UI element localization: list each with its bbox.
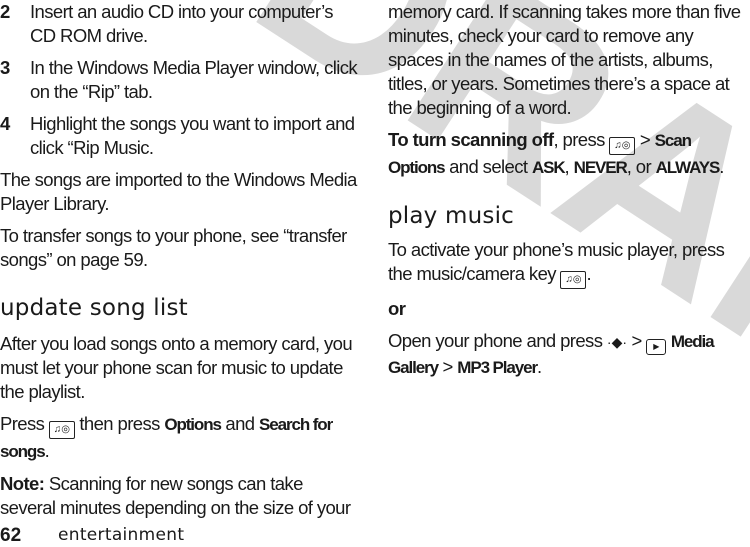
step-number: 3 <box>0 57 10 78</box>
note-paragraph: Note: Scanning for new songs can take se… <box>0 473 351 518</box>
step-2: 2 Insert an audio CD into your computer’s… <box>0 0 360 48</box>
update-song-list-heading: update song list <box>0 295 188 321</box>
ask-option: ASK <box>531 158 566 177</box>
music-camera-key-icon: ♫◎ <box>560 271 587 289</box>
step-text: Highlight the songs you want to import a… <box>30 113 355 158</box>
open-phone-paragraph: Open your phone and press ·◆· > ▶ Media … <box>388 330 715 377</box>
press-options-paragraph: Press ♫◎ then press Options and Search f… <box>0 413 333 461</box>
or-label: or <box>388 298 406 319</box>
step-text: In the Windows Media Player window, clic… <box>30 57 358 102</box>
step-number: 4 <box>0 113 10 134</box>
options-label: Options <box>164 415 222 434</box>
left-column: 2 Insert an audio CD into your computer’s… <box>0 0 360 528</box>
never-option: NEVER <box>573 158 628 177</box>
media-gallery-icon: ▶ <box>646 339 667 355</box>
page-number: 62 <box>0 525 22 546</box>
music-camera-key-icon: ♫◎ <box>48 421 75 439</box>
load-songs-paragraph: After you load songs onto a memory card,… <box>0 333 353 402</box>
page-footer: 62 entertainment <box>0 525 184 547</box>
right-column: memory card. If scanning takes more than… <box>388 0 750 388</box>
transfer-paragraph: To transfer songs to your phone, see “tr… <box>0 225 347 270</box>
always-option: ALWAYS <box>655 158 721 177</box>
step-text: Insert an audio CD into your computer’s … <box>30 1 334 46</box>
scanning-off-label: To turn scanning off <box>388 129 554 150</box>
step-3: 3 In the Windows Media Player window, cli… <box>0 56 360 104</box>
step-4: 4 Highlight the songs you want to import … <box>0 112 360 160</box>
play-music-heading: play music <box>388 203 515 229</box>
memory-card-paragraph: memory card. If scanning takes more than… <box>388 1 741 118</box>
import-paragraph: The songs are imported to the Windows Me… <box>0 169 357 214</box>
note-label: Note: <box>0 473 45 494</box>
nav-key-icon: ·◆· <box>606 334 627 350</box>
section-name: entertainment <box>58 525 185 545</box>
activate-player-paragraph: To activate your phone’s music player, p… <box>388 238 750 289</box>
scanning-off-paragraph: To turn scanning off, press ♫◎ > Scan Op… <box>388 129 724 177</box>
mp3-player-label: MP3 Player <box>457 358 538 377</box>
music-camera-key-icon: ♫◎ <box>609 137 636 155</box>
step-number: 2 <box>0 1 10 22</box>
